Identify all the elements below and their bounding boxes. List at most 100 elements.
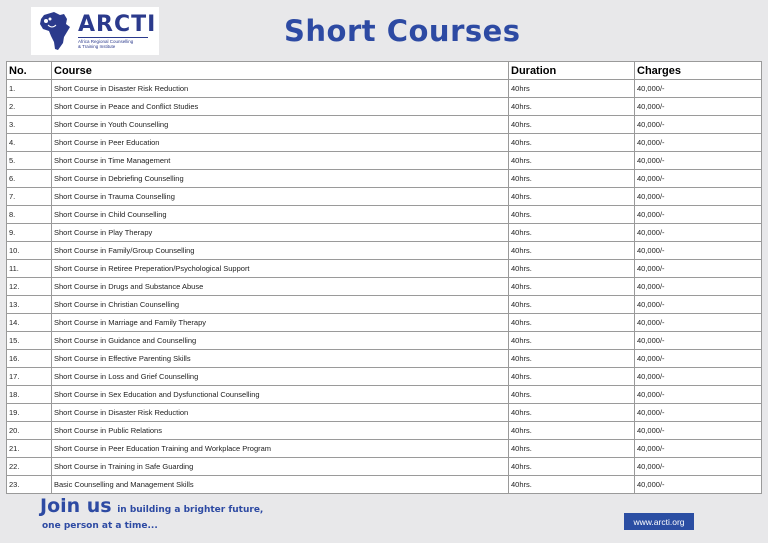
cell-charges: 40,000/-	[634, 475, 762, 494]
cell-no: 16.	[6, 349, 52, 368]
cell-charges: 40,000/-	[634, 295, 762, 314]
table-row: 13. Short Course in Christian Counselling…	[6, 295, 762, 314]
cell-duration: 40hrs.	[508, 421, 635, 440]
table-row: 21. Short Course in Peer Education Traini…	[6, 439, 762, 458]
table-row: 8. Short Course in Child Counselling 40hrs…	[6, 205, 762, 224]
table-row: 7. Short Course in Trauma Counselling 40hr…	[6, 187, 762, 206]
cell-no: 22.	[6, 457, 52, 476]
cell-duration: 40hrs.	[508, 151, 635, 170]
table-row: 14. Short Course in Marriage and Family T…	[6, 313, 762, 332]
logo-divider	[78, 36, 148, 38]
cell-no: 1.	[6, 79, 52, 98]
cell-charges: 40,000/-	[634, 331, 762, 350]
table-row: 1. Short Course in Disaster Risk Reductio…	[6, 79, 762, 98]
cell-no: 18.	[6, 385, 52, 404]
cell-duration: 40hrs.	[508, 367, 635, 386]
header-charges: Charges	[634, 61, 762, 80]
cell-no: 10.	[6, 241, 52, 260]
table-row: 17. Short Course in Loss and Grief Counse…	[6, 367, 762, 386]
cell-charges: 40,000/-	[634, 403, 762, 422]
table-row: 15. Short Course in Guidance and Counsell…	[6, 331, 762, 350]
cell-no: 6.	[6, 169, 52, 188]
cell-charges: 40,000/-	[634, 205, 762, 224]
cell-no: 15.	[6, 331, 52, 350]
cell-charges: 40,000/-	[634, 313, 762, 332]
cell-course: Short Course in Sex Education and Dysfun…	[51, 385, 509, 404]
header-duration: Duration	[508, 61, 635, 80]
courses-table: No. Course Duration Charges 1. Short Cour…	[6, 61, 762, 494]
cell-duration: 40hrs.	[508, 133, 635, 152]
cell-charges: 40,000/-	[634, 223, 762, 242]
africa-map-icon	[40, 12, 70, 50]
cell-charges: 40,000/-	[634, 151, 762, 170]
cell-duration: 40hrs.	[508, 313, 635, 332]
cell-charges: 40,000/-	[634, 259, 762, 278]
page-title: Short Courses	[284, 14, 521, 48]
table-row: 16. Short Course in Effective Parenting S…	[6, 349, 762, 368]
table-header-row: No. Course Duration Charges	[6, 61, 762, 80]
cell-course: Short Course in Youth Counselling	[51, 115, 509, 134]
cell-course: Basic Counselling and Management Skills	[51, 475, 509, 494]
cell-duration: 40hrs	[508, 79, 635, 98]
cell-course: Short Course in Play Therapy	[51, 223, 509, 242]
cell-no: 4.	[6, 133, 52, 152]
header-course: Course	[51, 61, 509, 80]
cell-charges: 40,000/-	[634, 385, 762, 404]
footer-slogan-line2: one person at a time...	[42, 521, 158, 531]
cell-duration: 40hrs.	[508, 187, 635, 206]
cell-course: Short Course in Disaster Risk Reduction	[51, 79, 509, 98]
cell-charges: 40,000/-	[634, 115, 762, 134]
website-badge[interactable]: www.arcti.org	[624, 513, 694, 530]
cell-duration: 40hrs.	[508, 205, 635, 224]
cell-course: Short Course in Loss and Grief Counselli…	[51, 367, 509, 386]
cell-no: 17.	[6, 367, 52, 386]
cell-duration: 40hrs.	[508, 223, 635, 242]
cell-duration: 40hrs.	[508, 457, 635, 476]
cell-duration: 40hrs.	[508, 259, 635, 278]
cell-course: Short Course in Debriefing Counselling	[51, 169, 509, 188]
cell-course: Short Course in Peer Education Training …	[51, 439, 509, 458]
cell-no: 11.	[6, 259, 52, 278]
cell-course: Short Course in Time Management	[51, 151, 509, 170]
join-us-text: Join us	[40, 495, 112, 517]
footer-slogan: Join us in building a brighter future,	[40, 495, 263, 517]
cell-duration: 40hrs.	[508, 475, 635, 494]
cell-no: 20.	[6, 421, 52, 440]
cell-no: 23.	[6, 475, 52, 494]
cell-no: 3.	[6, 115, 52, 134]
cell-no: 2.	[6, 97, 52, 116]
table-row: 2. Short Course in Peace and Conflict Stu…	[6, 97, 762, 116]
table-row: 12. Short Course in Drugs and Substance A…	[6, 277, 762, 296]
cell-duration: 40hrs.	[508, 169, 635, 188]
cell-duration: 40hrs.	[508, 97, 635, 116]
cell-charges: 40,000/-	[634, 133, 762, 152]
cell-duration: 40hrs.	[508, 385, 635, 404]
table-row: 19. Short Course in Disaster Risk Reducti…	[6, 403, 762, 422]
table-row: 23. Basic Counselling and Management Skil…	[6, 475, 762, 494]
cell-no: 8.	[6, 205, 52, 224]
cell-duration: 40hrs.	[508, 241, 635, 260]
cell-charges: 40,000/-	[634, 277, 762, 296]
cell-no: 12.	[6, 277, 52, 296]
cell-course: Short Course in Trauma Counselling	[51, 187, 509, 206]
cell-course: Short Course in Child Counselling	[51, 205, 509, 224]
cell-course: Short Course in Public Relations	[51, 421, 509, 440]
table-row: 6. Short Course in Debriefing Counselling…	[6, 169, 762, 188]
table-row: 9. Short Course in Play Therapy 40hrs. 40,0…	[6, 223, 762, 242]
cell-duration: 40hrs.	[508, 349, 635, 368]
cell-course: Short Course in Christian Counselling	[51, 295, 509, 314]
table-row: 3. Short Course in Youth Counselling 40hrs…	[6, 115, 762, 134]
cell-charges: 40,000/-	[634, 79, 762, 98]
table-row: 10. Short Course in Family/Group Counsell…	[6, 241, 762, 260]
logo-name: ARCTI	[78, 11, 157, 37]
cell-charges: 40,000/-	[634, 439, 762, 458]
cell-duration: 40hrs.	[508, 439, 635, 458]
cell-charges: 40,000/-	[634, 97, 762, 116]
cell-charges: 40,000/-	[634, 457, 762, 476]
table-row: 5. Short Course in Time Management 40hrs. 4…	[6, 151, 762, 170]
cell-course: Short Course in Training in Safe Guardin…	[51, 457, 509, 476]
cell-charges: 40,000/-	[634, 169, 762, 188]
table-row: 18. Short Course in Sex Education and Dys…	[6, 385, 762, 404]
cell-no: 21.	[6, 439, 52, 458]
cell-duration: 40hrs.	[508, 331, 635, 350]
